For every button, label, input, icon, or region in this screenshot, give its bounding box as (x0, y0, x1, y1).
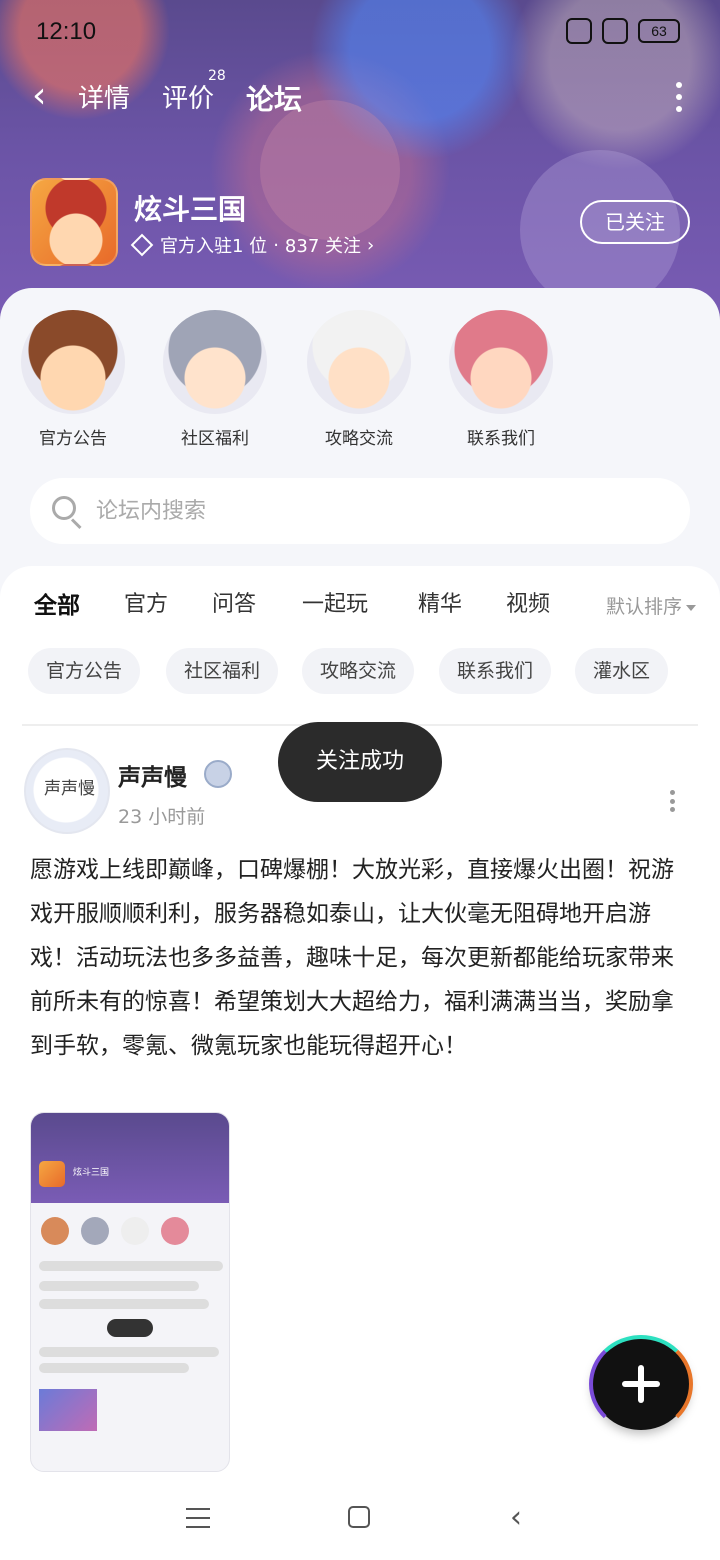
follower-count: 837 关注 (284, 236, 361, 257)
post-time: 23 小时前 (118, 806, 206, 828)
chip-guides[interactable]: 攻略交流 (302, 648, 415, 694)
create-post-button[interactable] (589, 1335, 693, 1433)
menu-icon[interactable] (186, 1508, 210, 1528)
diamond-icon (130, 233, 154, 257)
more-options-icon[interactable] (676, 82, 684, 112)
system-nav-bar: ‹ (0, 1474, 720, 1560)
game-meta[interactable]: 官方入驻1 位 · 837 关注 › (130, 232, 375, 258)
feed-tab-featured[interactable]: 精华 (418, 586, 462, 618)
chip-contact[interactable]: 联系我们 (439, 648, 552, 694)
signal-icon (566, 18, 592, 44)
reviews-count-badge: 28 (208, 68, 226, 84)
chip-water[interactable]: 灌水区 (575, 648, 669, 694)
user-badge-icon (204, 760, 232, 788)
character-avatar (163, 310, 267, 414)
quick-link-announcements[interactable]: 官方公告 (13, 310, 133, 449)
forum-search-bar[interactable] (30, 478, 690, 544)
status-time: 12:10 (36, 18, 97, 45)
feed-tab-official[interactable]: 官方 (124, 586, 168, 618)
chevron-right-icon: › (367, 234, 375, 256)
battery-icon: 63 (638, 19, 680, 43)
quick-link-label: 社区福利 (181, 429, 249, 449)
quick-link-welfare[interactable]: 社区福利 (155, 310, 275, 449)
back-icon[interactable]: ‹ (510, 1500, 522, 1535)
search-icon (52, 496, 82, 530)
follow-button[interactable]: 已关注 (580, 200, 690, 244)
quick-link-guides[interactable]: 攻略交流 (299, 310, 419, 449)
status-bar: 12:10 63 (0, 0, 720, 64)
tab-reviews[interactable]: 评价 (162, 78, 214, 115)
sort-dropdown[interactable]: 默认排序 (606, 592, 696, 619)
sort-label: 默认排序 (605, 596, 682, 618)
mute-icon (602, 18, 628, 44)
category-chips: 官方公告 社区福利 攻略交流 联系我们 灌水区 (28, 648, 708, 696)
character-avatar (449, 310, 553, 414)
post-screenshot-thumbnail[interactable]: 炫斗三国 (30, 1112, 230, 1472)
quick-links: 官方公告 社区福利 攻略交流 联系我们 (0, 310, 720, 450)
game-icon[interactable] (30, 178, 118, 266)
top-nav: ‹ 详情 评价 28 论坛 (0, 66, 720, 126)
quick-link-label: 官方公告 (39, 429, 107, 449)
game-header: 炫斗三国 官方入驻1 位 · 837 关注 › 已关注 (30, 178, 690, 266)
quick-link-contact[interactable]: 联系我们 (441, 310, 561, 449)
feed-tab-video[interactable]: 视频 (506, 586, 550, 618)
tab-details[interactable]: 详情 (78, 78, 130, 115)
chevron-left-icon[interactable]: ‹ (32, 78, 62, 114)
feed-tabs: 全部 官方 问答 一起玩 精华 视频 (34, 586, 694, 626)
caret-down-icon (686, 604, 696, 611)
feed-tab-qa[interactable]: 问答 (212, 586, 256, 618)
search-input[interactable] (96, 478, 656, 544)
chip-welfare[interactable]: 社区福利 (166, 648, 279, 694)
home-icon[interactable] (348, 1506, 370, 1528)
tab-forum[interactable]: 论坛 (246, 78, 302, 120)
author-name[interactable]: 声声慢 (118, 758, 187, 792)
character-avatar (21, 310, 125, 414)
feed-tab-play-together[interactable]: 一起玩 (302, 586, 368, 618)
game-title: 炫斗三国 (134, 193, 247, 226)
forum-banner: 12:10 63 ‹ 详情 评价 28 论坛 炫斗三国 官方入驻1 位 · 83… (0, 0, 720, 330)
plus-icon-vertical (638, 1365, 644, 1403)
post-content[interactable]: 愿游戏上线即巅峰，口碑爆棚！大放光彩，直接爆火出圈！祝游戏开服顺顺利利，服务器稳… (30, 848, 690, 1068)
official-count: 官方入驻1 位 (160, 236, 268, 257)
chip-announcements[interactable]: 官方公告 (28, 648, 141, 694)
avatar-calligraphy: 声声慢 (44, 779, 95, 799)
feed-tab-all[interactable]: 全部 (34, 586, 80, 624)
status-icons: 63 (566, 18, 680, 44)
character-avatar (307, 310, 411, 414)
follow-success-toast: 关注成功 (278, 722, 442, 802)
quick-link-label: 攻略交流 (325, 429, 393, 449)
thumbnail-game-title: 炫斗三国 (73, 1168, 110, 1178)
quick-link-label: 联系我们 (467, 429, 535, 449)
post-more-icon[interactable] (670, 790, 676, 812)
meta-separator: · (273, 234, 279, 256)
